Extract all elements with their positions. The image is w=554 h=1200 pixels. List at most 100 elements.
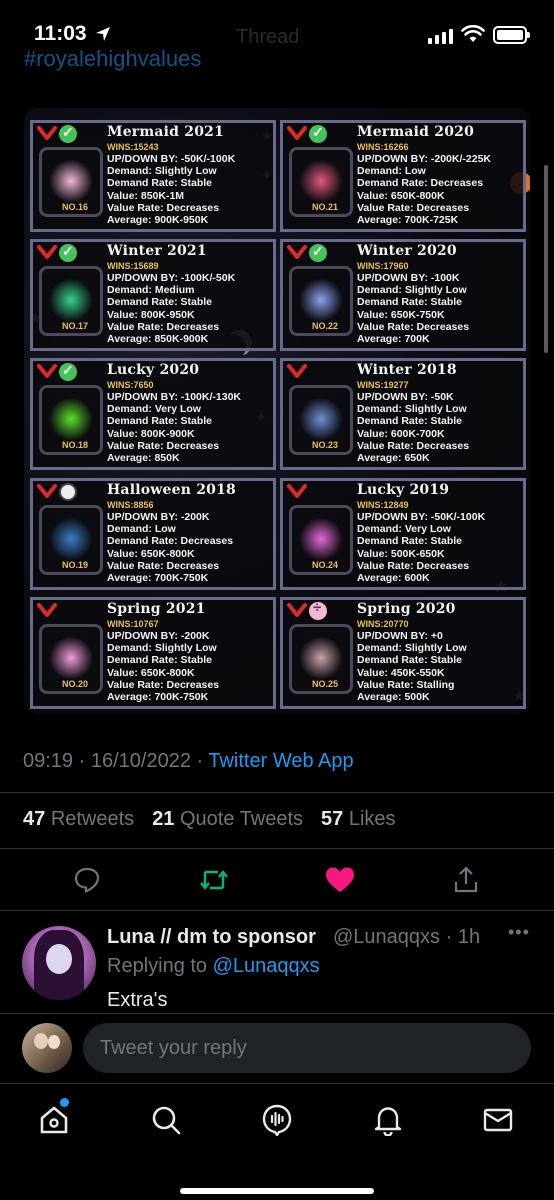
- search-icon[interactable]: [150, 1104, 182, 1136]
- divider: [0, 910, 554, 911]
- scrollbar[interactable]: [544, 165, 548, 353]
- item-stats: UP/DOWN BY: -200K/-225K Demand: Low Demand…: [357, 153, 491, 226]
- value-card: NO.23 Winter 2018 WINS:19277 UP/DOWN BY: -5…: [280, 358, 526, 470]
- item-stats: UP/DOWN BY: -100K/-130K Demand: Very Low D…: [107, 391, 241, 464]
- item-number: NO.25: [312, 679, 339, 689]
- likes-number: 57: [321, 808, 344, 830]
- item-stat-line: UP/DOWN BY: -200K: [107, 630, 210, 642]
- more-options-icon[interactable]: •••: [508, 922, 530, 943]
- item-stat-line: Demand: Slightly Low: [107, 165, 217, 178]
- check-badge-icon: [309, 124, 327, 143]
- item-stat-line: Average: 700K: [357, 333, 430, 346]
- retweets-number: 47: [23, 808, 46, 830]
- item-wins: WINS:8856: [107, 500, 154, 510]
- reply-input[interactable]: [83, 1023, 531, 1073]
- item-stat-line: Value Rate: Decreases: [107, 678, 220, 691]
- heart-icon[interactable]: [325, 866, 355, 894]
- tweet-date: 16/10/2022: [90, 750, 191, 772]
- down-trend-icon: [37, 245, 57, 259]
- item-stat-line: Demand Rate: Stable: [107, 415, 213, 428]
- item-stat-line: UP/DOWN BY: -50K: [357, 391, 454, 403]
- item-stat-line: Value: 800K-900K: [107, 427, 195, 440]
- value-card: NO.17 Winter 2021 WINS:15689UP/DOWN BY: -1…: [30, 239, 276, 351]
- item-stat-line: Value: 600K-700K: [357, 427, 445, 440]
- item-stat-line: Average: 650K: [357, 452, 430, 465]
- reply-author-name[interactable]: Luna // dm to sponsor: [107, 926, 316, 949]
- replying-to-handle[interactable]: @Lunaqqxs: [213, 955, 320, 977]
- item-wins: WINS:10767: [107, 619, 159, 629]
- item-stat-line: Value: 650K-800K: [107, 666, 195, 679]
- spaces-icon[interactable]: [261, 1104, 293, 1136]
- notifications-icon[interactable]: [372, 1104, 404, 1136]
- quote-tweets-count[interactable]: 21 Quote Tweets: [152, 808, 303, 831]
- value-card: NO.25 Spring 2020 WINS:20770UP/DOWN BY: +0…: [280, 597, 526, 709]
- item-stat-line: UP/DOWN BY: -100K/-50K: [107, 272, 236, 284]
- item-thumbnail: NO.20: [39, 624, 103, 694]
- location-arrow-icon: [96, 27, 110, 41]
- likes-count[interactable]: 57 Likes: [321, 808, 396, 831]
- down-trend-icon: [37, 126, 57, 140]
- item-stat-line: Average: 600K: [357, 572, 430, 585]
- reply-icon[interactable]: [73, 866, 101, 894]
- item-stat-line: Value: 450K-550K: [357, 666, 445, 679]
- item-stat-line: Value Rate: Decreases: [107, 439, 220, 452]
- home-notification-dot: [60, 1098, 69, 1107]
- item-title: Spring 2021: [107, 601, 206, 617]
- avatar[interactable]: [22, 926, 96, 1000]
- retweet-icon[interactable]: [199, 866, 229, 894]
- item-stat-line: Value Rate: Decreases: [357, 559, 470, 572]
- down-trend-icon: [287, 364, 307, 378]
- item-stat-line: Average: 850K-900K: [107, 333, 209, 346]
- item-title: Lucky 2020: [107, 362, 200, 378]
- header-title: Thread: [236, 26, 300, 48]
- item-stat-line: Demand: Slightly Low: [357, 642, 467, 655]
- item-title: Winter 2020: [357, 243, 457, 259]
- item-stats: UP/DOWN BY: -200K Demand: Low Demand Rate:…: [107, 511, 233, 584]
- messages-icon[interactable]: [482, 1104, 514, 1136]
- item-number: NO.16: [62, 202, 89, 212]
- item-stat-line: Value Rate: Decreases: [357, 439, 470, 452]
- item-stat-line: UP/DOWN BY: -100K: [357, 272, 460, 284]
- item-stats: UP/DOWN BY: +0 Demand: Slightly Low Demand…: [357, 630, 467, 703]
- item-stat-line: Demand Rate: Stable: [357, 296, 463, 309]
- item-stat-line: Demand Rate: Decreases: [107, 535, 234, 548]
- home-icon[interactable]: [38, 1104, 70, 1136]
- item-stat-line: Demand: Slightly Low: [357, 403, 467, 416]
- item-stat-line: UP/DOWN BY: -100K/-130K: [107, 391, 241, 403]
- item-number: NO.24: [312, 560, 339, 570]
- item-title: Mermaid 2021: [107, 124, 225, 140]
- item-number: NO.22: [312, 321, 339, 331]
- item-stats: UP/DOWN BY: -200K Demand: Slightly Low Dem…: [107, 630, 219, 703]
- item-stat-line: Demand: Slightly Low: [357, 284, 467, 297]
- item-number: NO.17: [62, 321, 89, 331]
- value-card: NO.18 Lucky 2020 WINS:7650UP/DOWN BY: -100…: [30, 358, 276, 470]
- item-stat-line: Value Rate: Decreases: [357, 201, 470, 214]
- tweet-text-cut: #royalehighvalues: [24, 46, 202, 71]
- item-wins: WINS:7650: [107, 380, 154, 390]
- item-stats: UP/DOWN BY: -100K/-50K Demand: Medium Dema…: [107, 272, 235, 345]
- item-stat-line: Value: 800K-950K: [107, 308, 195, 321]
- retweets-count[interactable]: 47 Retweets: [23, 808, 134, 831]
- item-stat-line: Average: 700K-725K: [357, 214, 459, 227]
- reply-composer: [0, 1013, 554, 1083]
- item-stat-line: Average: 700K-750K: [107, 691, 209, 704]
- share-icon[interactable]: [452, 866, 480, 894]
- tweet-media-image[interactable]: ★ ✦ ★ ★ ✦ ★ NO.16Mermaid 2021WINS:15243U…: [24, 108, 530, 714]
- check-badge-icon: [309, 243, 327, 262]
- item-stat-line: Value: 650K-750K: [357, 308, 445, 321]
- item-title: Winter 2018: [357, 362, 457, 378]
- down-trend-icon: [37, 484, 57, 498]
- item-title: Winter 2021: [107, 243, 207, 259]
- item-stat-line: Value Rate: Decreases: [107, 320, 220, 333]
- check-badge-icon: [59, 243, 77, 262]
- reply-author-handle: @Lunaqqxs · 1h: [333, 926, 481, 948]
- item-stat-line: Demand Rate: Stable: [357, 535, 463, 548]
- item-stats: UP/DOWN BY: -50K/-100K Demand: Very Low De…: [357, 511, 485, 584]
- item-stats: UP/DOWN BY: -100K Demand: Slightly Low Dem…: [357, 272, 469, 345]
- tweet-source-link[interactable]: Twitter Web App: [208, 750, 353, 772]
- status-badge-icon: [59, 483, 77, 501]
- user-avatar[interactable]: [22, 1023, 72, 1073]
- item-stat-line: Average: 700K-750K: [107, 572, 209, 585]
- item-stat-line: UP/DOWN BY: -200K/-225K: [357, 153, 491, 165]
- item-stat-line: Demand Rate: Stable: [357, 415, 463, 428]
